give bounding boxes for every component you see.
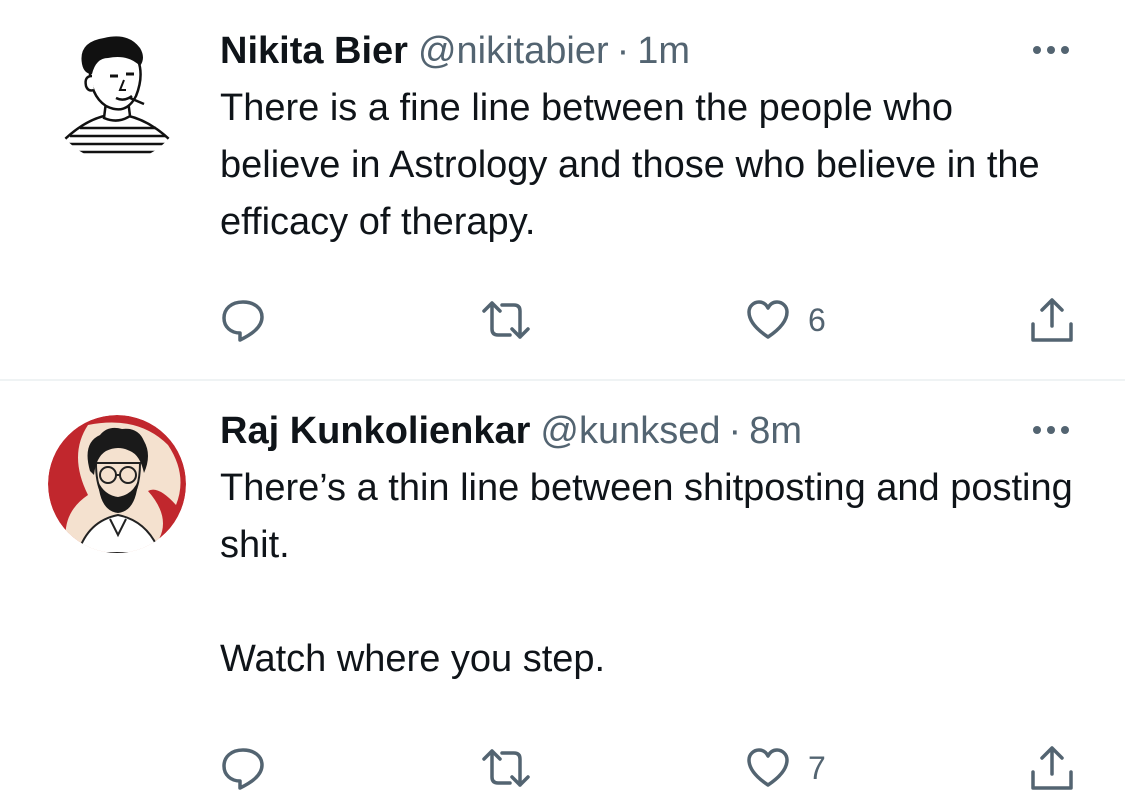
retweet-icon — [482, 301, 530, 339]
heart-icon — [747, 300, 789, 339]
share-icon — [1031, 298, 1073, 342]
like-button[interactable]: 6 — [746, 294, 826, 346]
retweet-button[interactable] — [480, 742, 532, 794]
more-options-button[interactable] — [1027, 410, 1075, 450]
share-icon — [1031, 746, 1073, 790]
tweet-divider — [0, 379, 1125, 381]
tweet-text: There’s a thin line between shitposting … — [220, 460, 1075, 688]
display-name[interactable]: Raj Kunkolienkar — [220, 410, 530, 452]
handle[interactable]: @nikitabier — [418, 30, 609, 72]
tweet-header: Raj Kunkolienkar @kunksed · 8m — [220, 406, 1075, 456]
display-name[interactable]: Nikita Bier — [220, 30, 408, 72]
tweet-content: Nikita Bier @nikitabier · 1m There is a fin… — [220, 26, 1075, 251]
tweet-paragraph: Watch where you step. — [220, 638, 606, 680]
tweet-actions: 6 — [220, 294, 1075, 346]
reply-button[interactable] — [220, 742, 266, 794]
tweet-actions: 7 — [220, 742, 1075, 794]
timestamp[interactable]: 1m — [637, 30, 690, 72]
reply-icon — [222, 748, 264, 790]
heart-icon — [747, 748, 789, 787]
tweet-content: Raj Kunkolienkar @kunksed · 8m There’s a th… — [220, 406, 1075, 688]
retweet-button[interactable] — [480, 294, 532, 346]
avatar[interactable] — [48, 24, 186, 162]
separator-dot: · — [616, 30, 630, 72]
avatar[interactable] — [48, 415, 186, 553]
more-icon — [1033, 426, 1069, 434]
separator-dot: · — [728, 410, 742, 452]
more-icon — [1033, 46, 1069, 54]
tweet-text: There is a fine line between the people … — [220, 80, 1075, 251]
avatar-illustration — [48, 24, 186, 162]
like-count: 6 — [808, 301, 826, 338]
like-button[interactable]: 7 — [746, 742, 826, 794]
tweet[interactable]: Raj Kunkolienkar @kunksed · 8m There’s a th… — [0, 382, 1125, 807]
reply-icon — [222, 300, 264, 342]
tweet-header: Nikita Bier @nikitabier · 1m — [220, 26, 1075, 76]
timestamp[interactable]: 8m — [749, 410, 802, 452]
share-button[interactable] — [1029, 294, 1075, 346]
more-options-button[interactable] — [1027, 30, 1075, 70]
tweet-paragraph: There’s a thin line between shitposting … — [220, 467, 1073, 566]
retweet-icon — [482, 749, 530, 787]
handle[interactable]: @kunksed — [540, 410, 720, 452]
share-button[interactable] — [1029, 742, 1075, 794]
tweet[interactable]: Nikita Bier @nikitabier · 1m There is a fin… — [0, 0, 1125, 380]
like-count: 7 — [808, 749, 826, 786]
avatar-illustration — [48, 415, 186, 553]
tweet-paragraph: There is a fine line between the people … — [220, 87, 1040, 243]
reply-button[interactable] — [220, 294, 266, 346]
